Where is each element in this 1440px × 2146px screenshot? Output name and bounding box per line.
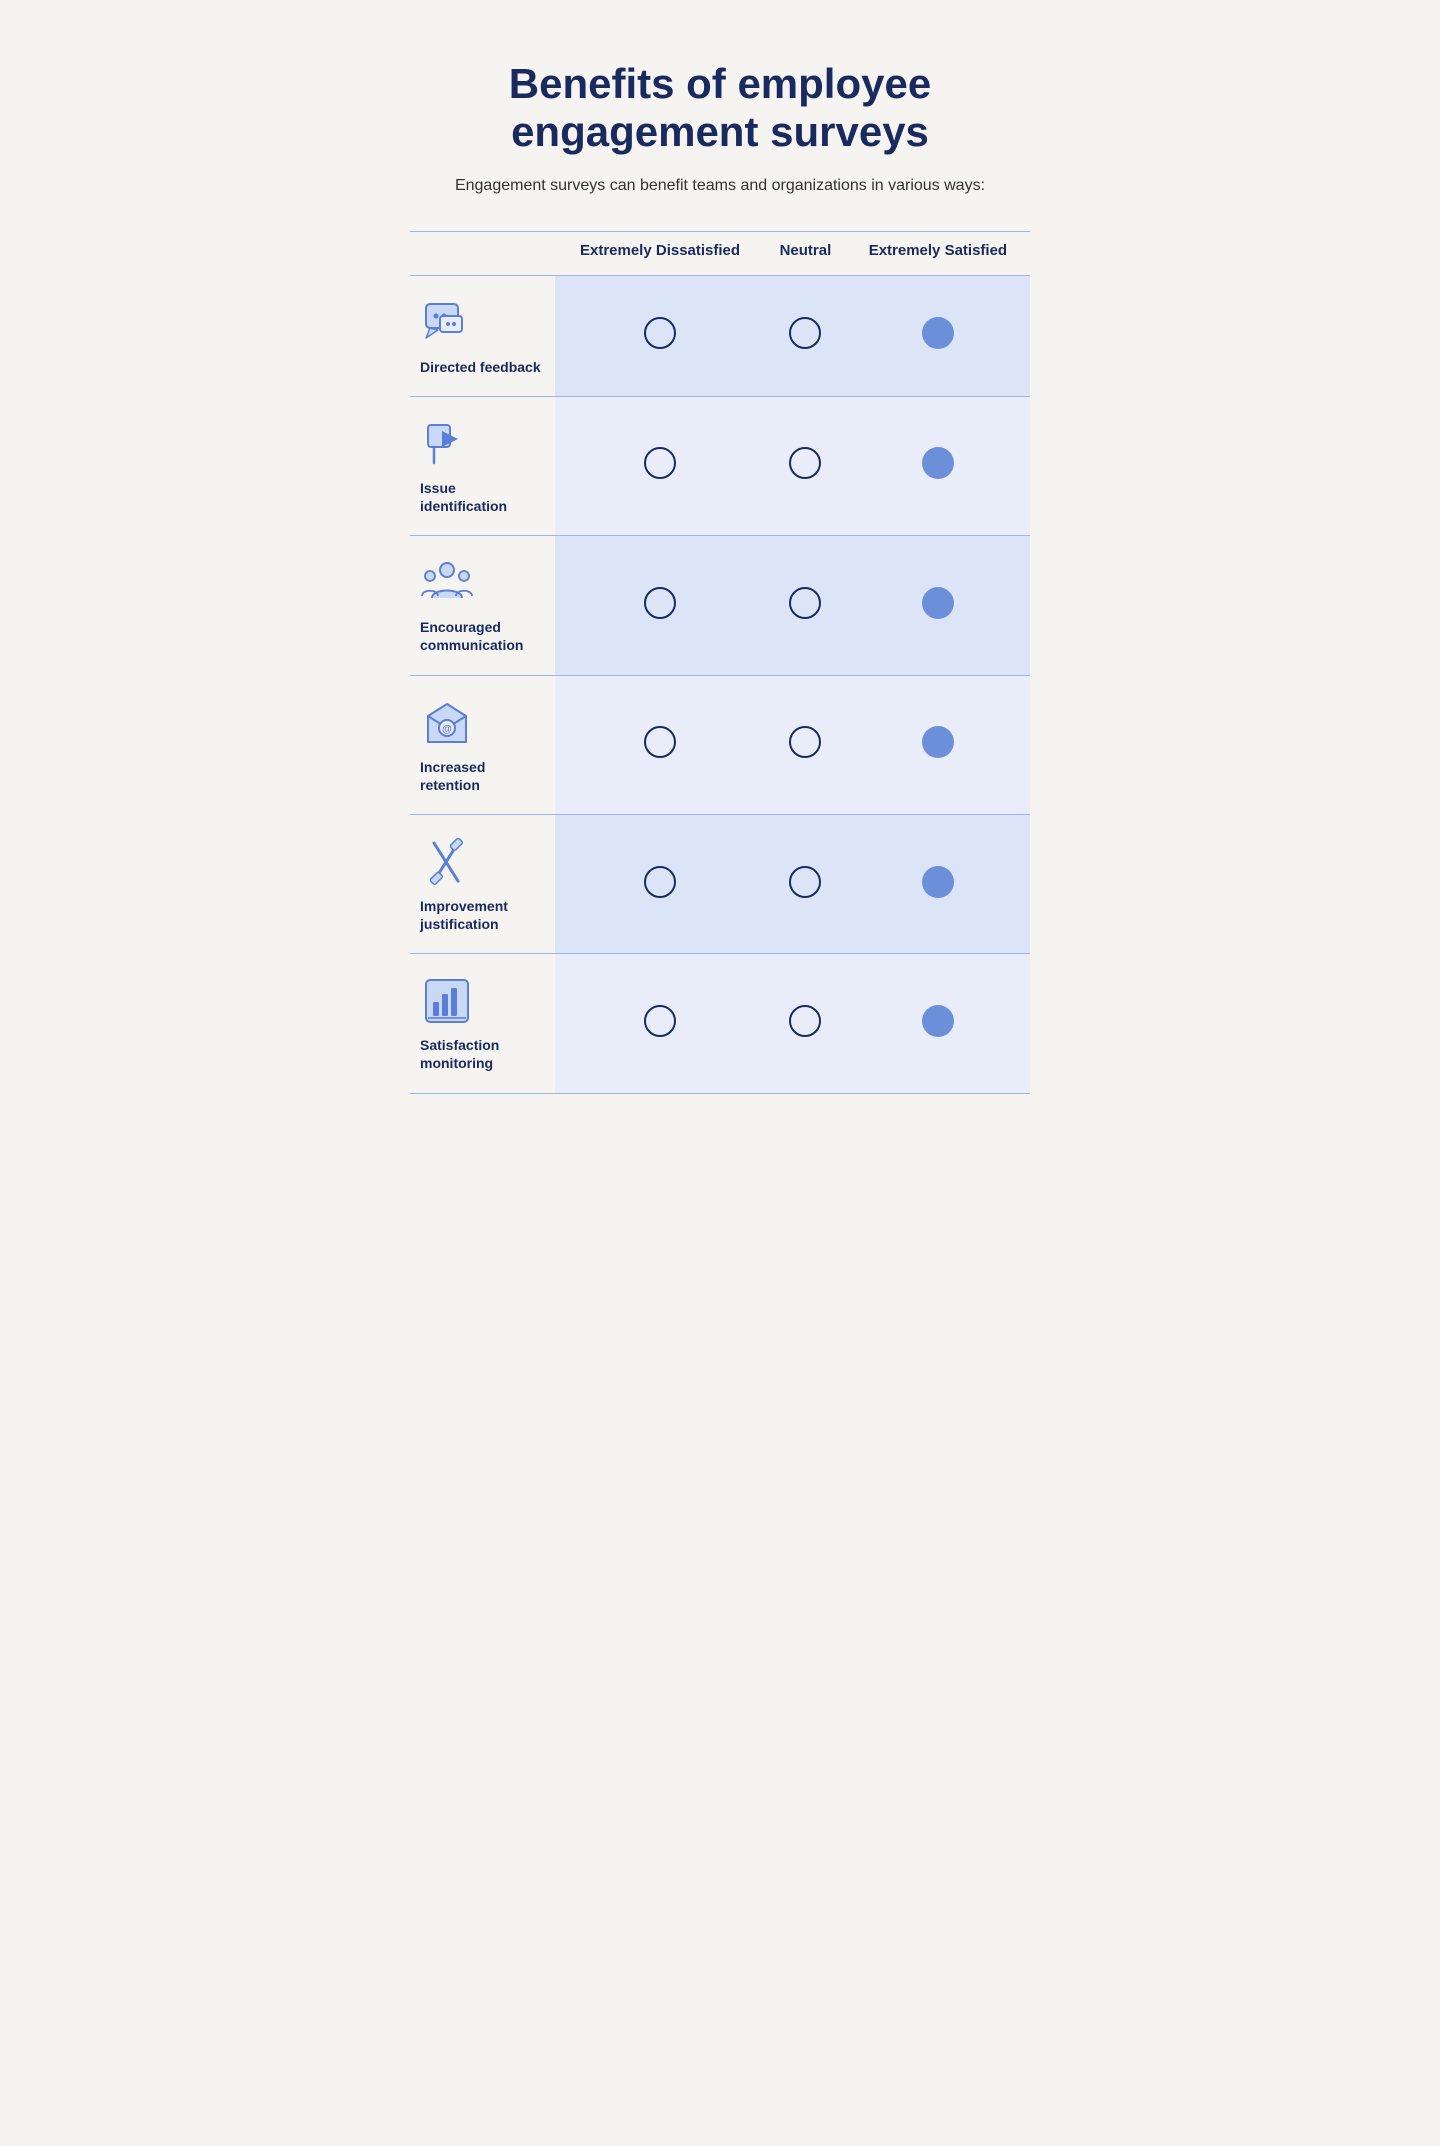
radio-dissatisfied-increased-retention[interactable] (555, 675, 765, 814)
col-header-label (410, 231, 555, 275)
radio-neutral-improvement-justification[interactable] (765, 814, 846, 953)
row-text-encouraged-communication: Encouraged communication (420, 618, 545, 654)
row-label-increased-retention: @ Increased retention (410, 675, 555, 814)
radio-neutral-increased-retention[interactable] (765, 675, 846, 814)
col-header-dissatisfied: Extremely Dissatisfied (555, 231, 765, 275)
row-label-satisfaction-monitoring: Satisfaction monitoring (410, 954, 555, 1093)
row-content-encouraged-communication: Encouraged communication (420, 556, 545, 654)
svg-text:@: @ (442, 724, 452, 735)
radio-satisfied-increased-retention[interactable] (846, 675, 1030, 814)
radio-neutral-issue-identification[interactable] (765, 396, 846, 535)
radio-dissatisfied-improvement-justification[interactable] (555, 814, 765, 953)
chat-icon (420, 296, 474, 350)
email-icon: @ (420, 696, 474, 750)
table-row: Encouraged communication (410, 536, 1030, 675)
radio-circle[interactable] (789, 1005, 821, 1037)
people-icon (420, 556, 474, 610)
row-text-directed-feedback: Directed feedback (420, 358, 541, 376)
table-row: Directed feedback (410, 275, 1030, 396)
table-row: @ Increased retention (410, 675, 1030, 814)
radio-circle[interactable] (644, 447, 676, 479)
radio-circle[interactable] (922, 447, 954, 479)
row-text-satisfaction-monitoring: Satisfaction monitoring (420, 1036, 545, 1072)
radio-circle[interactable] (789, 317, 821, 349)
col-header-neutral: Neutral (765, 231, 846, 275)
chart-icon (420, 974, 474, 1028)
row-label-encouraged-communication: Encouraged communication (410, 536, 555, 675)
radio-neutral-directed-feedback[interactable] (765, 275, 846, 396)
radio-circle[interactable] (644, 587, 676, 619)
radio-circle[interactable] (789, 587, 821, 619)
radio-circle[interactable] (922, 1005, 954, 1037)
row-text-issue-identification: Issue identification (420, 479, 545, 515)
radio-circle[interactable] (644, 866, 676, 898)
radio-circle[interactable] (789, 726, 821, 758)
radio-dissatisfied-encouraged-communication[interactable] (555, 536, 765, 675)
survey-table: Extremely Dissatisfied Neutral Extremely… (410, 231, 1030, 1094)
flag-icon (420, 417, 474, 471)
row-content-issue-identification: Issue identification (420, 417, 545, 515)
row-content-increased-retention: @ Increased retention (420, 696, 545, 794)
radio-dissatisfied-directed-feedback[interactable] (555, 275, 765, 396)
radio-circle[interactable] (644, 726, 676, 758)
row-text-improvement-justification: Improvement justification (420, 897, 545, 933)
radio-circle[interactable] (789, 866, 821, 898)
main-container: Benefits of employee engagement surveys … (410, 40, 1030, 1094)
radio-circle[interactable] (922, 317, 954, 349)
row-label-improvement-justification: Improvement justification (410, 814, 555, 953)
tools-icon (420, 835, 474, 889)
radio-circle[interactable] (789, 447, 821, 479)
table-row: Improvement justification (410, 814, 1030, 953)
col-header-satisfied: Extremely Satisfied (846, 231, 1030, 275)
row-content-improvement-justification: Improvement justification (420, 835, 545, 933)
radio-satisfied-encouraged-communication[interactable] (846, 536, 1030, 675)
radio-dissatisfied-satisfaction-monitoring[interactable] (555, 954, 765, 1093)
radio-neutral-encouraged-communication[interactable] (765, 536, 846, 675)
radio-circle[interactable] (922, 587, 954, 619)
radio-satisfied-directed-feedback[interactable] (846, 275, 1030, 396)
radio-dissatisfied-issue-identification[interactable] (555, 396, 765, 535)
page-subtitle: Engagement surveys can benefit teams and… (410, 177, 1030, 195)
radio-circle[interactable] (922, 866, 954, 898)
radio-circle[interactable] (644, 1005, 676, 1037)
row-content-satisfaction-monitoring: Satisfaction monitoring (420, 974, 545, 1072)
page-title: Benefits of employee engagement surveys (410, 60, 1030, 157)
radio-neutral-satisfaction-monitoring[interactable] (765, 954, 846, 1093)
table-row: Satisfaction monitoring (410, 954, 1030, 1093)
radio-circle[interactable] (922, 726, 954, 758)
radio-satisfied-issue-identification[interactable] (846, 396, 1030, 535)
radio-satisfied-satisfaction-monitoring[interactable] (846, 954, 1030, 1093)
row-label-issue-identification: Issue identification (410, 396, 555, 535)
row-label-directed-feedback: Directed feedback (410, 275, 555, 396)
radio-circle[interactable] (644, 317, 676, 349)
table-row: Issue identification (410, 396, 1030, 535)
row-content-directed-feedback: Directed feedback (420, 296, 545, 376)
row-text-increased-retention: Increased retention (420, 758, 545, 794)
radio-satisfied-improvement-justification[interactable] (846, 814, 1030, 953)
